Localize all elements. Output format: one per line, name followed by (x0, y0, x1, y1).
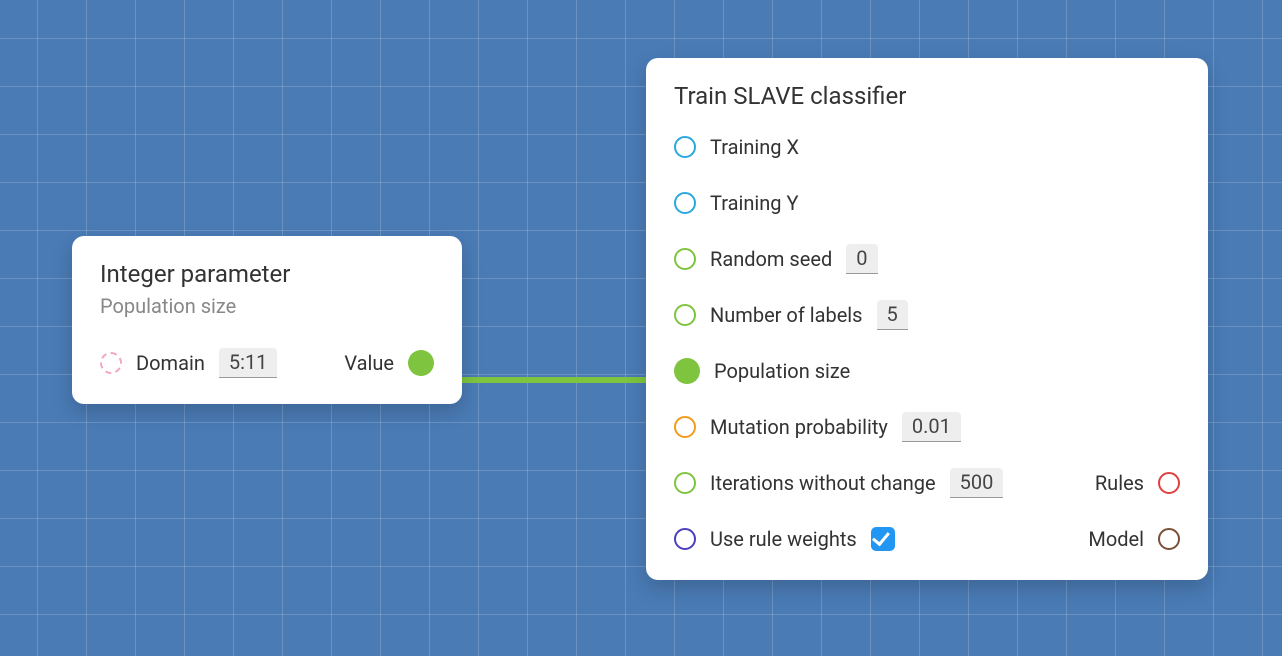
label-rules: Rules (1095, 471, 1144, 495)
label-num-labels: Number of labels (710, 303, 863, 327)
label-model: Model (1088, 527, 1144, 551)
port-mutation-probability[interactable] (674, 416, 696, 438)
label-mutation-probability: Mutation probability (710, 415, 888, 439)
port-domain-in[interactable] (100, 352, 122, 374)
port-use-rule-weights[interactable] (674, 528, 696, 550)
label-use-rule-weights: Use rule weights (710, 527, 857, 551)
port-random-seed[interactable] (674, 248, 696, 270)
input-num-labels[interactable]: 5 (877, 300, 908, 330)
port-population-size[interactable] (674, 358, 700, 384)
node-integer-parameter[interactable]: Integer parameter Population size Domain… (72, 236, 462, 404)
port-model-out[interactable] (1158, 528, 1180, 550)
port-training-y[interactable] (674, 192, 696, 214)
node-title: Integer parameter (100, 260, 434, 288)
node-train-slave-classifier[interactable]: Train SLAVE classifier Training X Traini… (646, 58, 1208, 580)
label-training-y: Training Y (710, 191, 799, 215)
port-rules-out[interactable] (1158, 472, 1180, 494)
node-subtitle: Population size (100, 294, 434, 318)
node-title: Train SLAVE classifier (674, 82, 1180, 110)
label-value: Value (344, 351, 394, 375)
checkbox-use-rule-weights[interactable] (871, 527, 895, 551)
input-domain[interactable]: 5:11 (219, 348, 278, 378)
label-training-x: Training X (710, 135, 799, 159)
label-iterations-no-change: Iterations without change (710, 471, 936, 495)
label-random-seed: Random seed (710, 247, 832, 271)
port-training-x[interactable] (674, 136, 696, 158)
port-num-labels[interactable] (674, 304, 696, 326)
input-mutation-probability[interactable]: 0.01 (902, 412, 961, 442)
port-value-out[interactable] (408, 350, 434, 376)
label-domain: Domain (136, 351, 205, 375)
input-iterations-no-change[interactable]: 500 (950, 468, 1004, 498)
input-random-seed[interactable]: 0 (846, 244, 877, 274)
port-iterations-no-change[interactable] (674, 472, 696, 494)
label-population-size: Population size (714, 359, 850, 383)
